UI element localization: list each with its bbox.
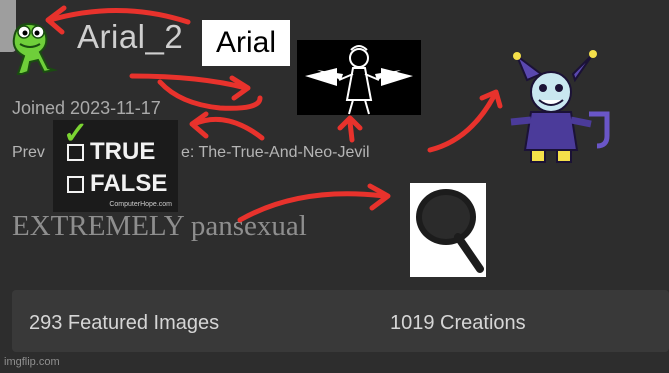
frying-pan-icon: [410, 183, 486, 277]
arrow-to-truefalse: [191, 116, 265, 141]
jevil-icon: [510, 50, 610, 163]
previous-names-label: Prev: [12, 144, 45, 161]
arrow-up-to-character: [347, 119, 355, 143]
true-false-image: ✓ TRUE FALSE ComputerHope.com: [53, 117, 178, 212]
true-label: TRUE: [90, 138, 156, 165]
frog-sticker-icon: [12, 22, 58, 75]
false-label: FALSE: [90, 170, 168, 197]
arrow-to-character: [129, 73, 249, 91]
featured-images-count[interactable]: 293 Featured Images: [29, 312, 219, 335]
watermark: imgflip.com: [4, 356, 60, 368]
arial-text-sticker: Arial: [202, 20, 290, 66]
arrow-to-jevil: [427, 93, 497, 153]
bio-suffix: pansexual: [190, 210, 307, 242]
username: Arial_2: [77, 18, 184, 55]
bio-prefix: EXTREMELY: [12, 210, 184, 242]
arrow-loop-1: [157, 79, 263, 111]
previous-names-value: e: The-True-And-Neo-Jevil: [181, 144, 370, 161]
stats-bar: 293 Featured Images 1019 Creations: [12, 290, 669, 352]
bio: EXTREMELY pansexual: [12, 210, 307, 243]
checkbox-icon: [67, 144, 84, 162]
image-credit: ComputerHope.com: [109, 201, 172, 208]
creations-count[interactable]: 1019 Creations: [390, 312, 526, 335]
character-image: [297, 40, 421, 115]
checkbox-icon: [67, 176, 84, 194]
